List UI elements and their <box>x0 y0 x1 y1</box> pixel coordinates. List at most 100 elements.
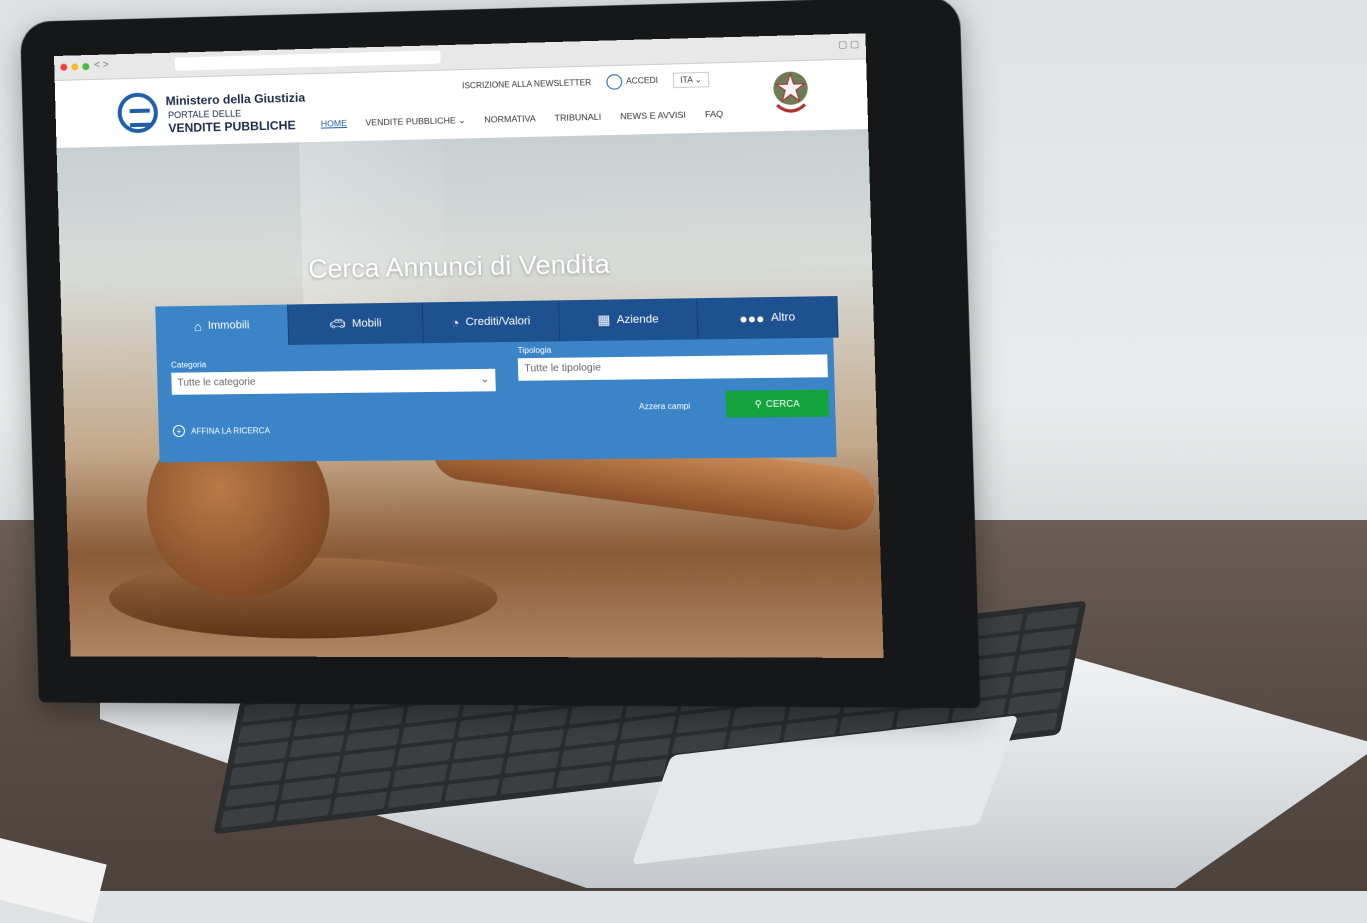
tab-label: Immobili <box>207 319 250 332</box>
language-select[interactable]: ITA ⌄ <box>672 71 710 89</box>
keyboard-key <box>444 778 500 802</box>
language-value: ITA <box>680 75 693 85</box>
chevron-down-icon: ⌄ <box>480 373 490 386</box>
keyboard-key <box>564 723 620 747</box>
keyboard-key <box>289 734 345 759</box>
keyboard-key <box>401 721 457 745</box>
type-select[interactable]: Tutte le tipologie <box>517 354 828 381</box>
keyboard-key <box>285 755 341 780</box>
tab-label: Altro <box>770 311 796 324</box>
menu-news[interactable]: NEWS E AVVISI <box>620 110 686 123</box>
keyboard-key <box>392 763 448 787</box>
minimize-dot-icon[interactable] <box>71 63 79 71</box>
keyboard-key <box>237 720 293 744</box>
keyboard-key <box>452 736 508 760</box>
car-icon: 🚗︎ <box>328 315 347 332</box>
keyboard-key <box>1024 607 1080 631</box>
portal-logo-icon[interactable] <box>117 92 159 134</box>
tab-label: Aziende <box>616 313 659 327</box>
screen: < > ▢ ▢ Ministero della Giustizia PORTAL… <box>54 33 884 658</box>
org-name: Ministero della Giustizia <box>165 90 306 109</box>
type-value: Tutte le tipologie <box>524 362 602 375</box>
newsletter-link[interactable]: ISCRIZIONE ALLA NEWSLETTER <box>462 78 591 91</box>
keyboard-key <box>504 750 560 774</box>
keyboard-key <box>332 791 388 815</box>
keyboard-key <box>512 708 568 732</box>
category-label: Categoria <box>170 360 207 370</box>
tab-crediti-valori[interactable]: ◔ Crediti/Valori <box>422 300 561 344</box>
keyboard-key <box>676 709 732 733</box>
maximize-dot-icon[interactable] <box>82 63 90 71</box>
keyboard-key <box>396 742 452 766</box>
refine-search-link[interactable]: + AFFINA LA RICERCA <box>172 424 271 438</box>
menu-tribunali[interactable]: TRIBUNALI <box>554 112 601 124</box>
keyboard-key <box>388 784 444 808</box>
keyboard-key <box>560 744 616 768</box>
keyboard-key <box>293 713 349 738</box>
keyboard-key <box>616 737 672 761</box>
browser-nav-arrows[interactable]: < > <box>94 59 109 70</box>
keyboard-key <box>1007 691 1063 715</box>
laptop: < > ▢ ▢ Ministero della Giustizia PORTAL… <box>0 0 1367 891</box>
keyboard-key <box>500 771 556 795</box>
tab-label: Mobili <box>351 317 382 330</box>
italian-emblem-icon <box>770 71 812 120</box>
pie-chart-icon: ◔ <box>450 314 460 331</box>
plus-circle-icon: + <box>172 424 186 438</box>
keyboard-key <box>345 728 401 752</box>
keyboard-key <box>620 716 676 740</box>
menu-faq[interactable]: FAQ <box>705 109 723 121</box>
user-icon <box>605 74 623 90</box>
keyboard-key <box>220 804 276 828</box>
close-dot-icon[interactable] <box>60 63 68 71</box>
keyboard-key <box>611 758 667 782</box>
tab-altro[interactable]: ●●● Altro <box>697 296 839 340</box>
reset-fields-link[interactable]: Azzera campi <box>639 402 691 412</box>
menu-normativa[interactable]: NORMATIVA <box>484 113 536 125</box>
menu-vendite-pubbliche[interactable]: VENDITE PUBBLICHE ⌄ <box>365 115 465 129</box>
chevron-down-icon: ⌄ <box>694 75 702 85</box>
keyboard-key <box>280 777 336 801</box>
tab-mobili[interactable]: 🚗︎ Mobili <box>288 302 424 345</box>
keyboard-key <box>224 783 281 807</box>
keyboard-key <box>508 729 564 753</box>
building-icon: ▦ <box>597 311 611 328</box>
window-buttons[interactable]: ▢ ▢ <box>838 39 859 51</box>
keyboard-key <box>456 715 513 739</box>
search-button[interactable]: ⚲ CERCA <box>725 389 830 418</box>
tab-aziende[interactable]: ▦ Aziende <box>559 298 699 342</box>
refine-label: AFFINA LA RICERCA <box>190 425 271 436</box>
chevron-down-icon: ⌄ <box>458 114 466 126</box>
login-link[interactable]: ACCEDI <box>605 73 659 90</box>
category-value: Tutte le categorie <box>177 376 256 389</box>
menu-home[interactable]: HOME <box>321 118 347 130</box>
hero-section: Cerca Annunci di Vendita ⌂ Immobili 🚗︎ M… <box>56 128 884 658</box>
search-panel: ⌂ Immobili 🚗︎ Mobili ◔ Crediti/Valori ▦ … <box>155 296 839 463</box>
keyboard-key <box>1019 628 1076 652</box>
keyboard-key <box>229 762 285 786</box>
portal-subtitle-top: PORTALE DELLE <box>167 108 242 121</box>
search-icon: ⚲ <box>754 398 762 409</box>
keyboard-key <box>233 741 289 765</box>
search-button-label: CERCA <box>765 398 800 410</box>
top-links: ISCRIZIONE ALLA NEWSLETTER ACCEDI ITA ⌄ <box>462 71 710 94</box>
keyboard-key <box>349 707 405 731</box>
more-dots-icon: ●●● <box>739 310 765 326</box>
category-select[interactable]: Tutte le categorie ⌄ <box>171 368 496 395</box>
keyboard-key <box>1011 670 1067 694</box>
search-form: Categoria Tutte le categorie ⌄ Tipologia… <box>156 337 837 463</box>
address-bar[interactable] <box>174 50 441 71</box>
portal-subtitle-bottom: VENDITE PUBBLICHE <box>168 118 296 136</box>
keyboard-key <box>336 770 392 794</box>
keyboard-key <box>1015 649 1071 673</box>
keyboard-key <box>448 757 504 781</box>
keyboard-key <box>555 765 612 789</box>
hero-title: Cerca Annunci di Vendita <box>307 248 611 284</box>
login-label: ACCEDI <box>625 75 659 86</box>
menu-vendite-label: VENDITE PUBBLICHE <box>365 115 456 128</box>
tab-immobili[interactable]: ⌂ Immobili <box>155 304 290 347</box>
main-menu: HOME VENDITE PUBBLICHE ⌄ NORMATIVA TRIBU… <box>321 109 724 130</box>
home-icon: ⌂ <box>193 318 202 334</box>
type-label: Tipologia <box>517 345 552 356</box>
tab-label: Crediti/Valori <box>465 315 531 329</box>
